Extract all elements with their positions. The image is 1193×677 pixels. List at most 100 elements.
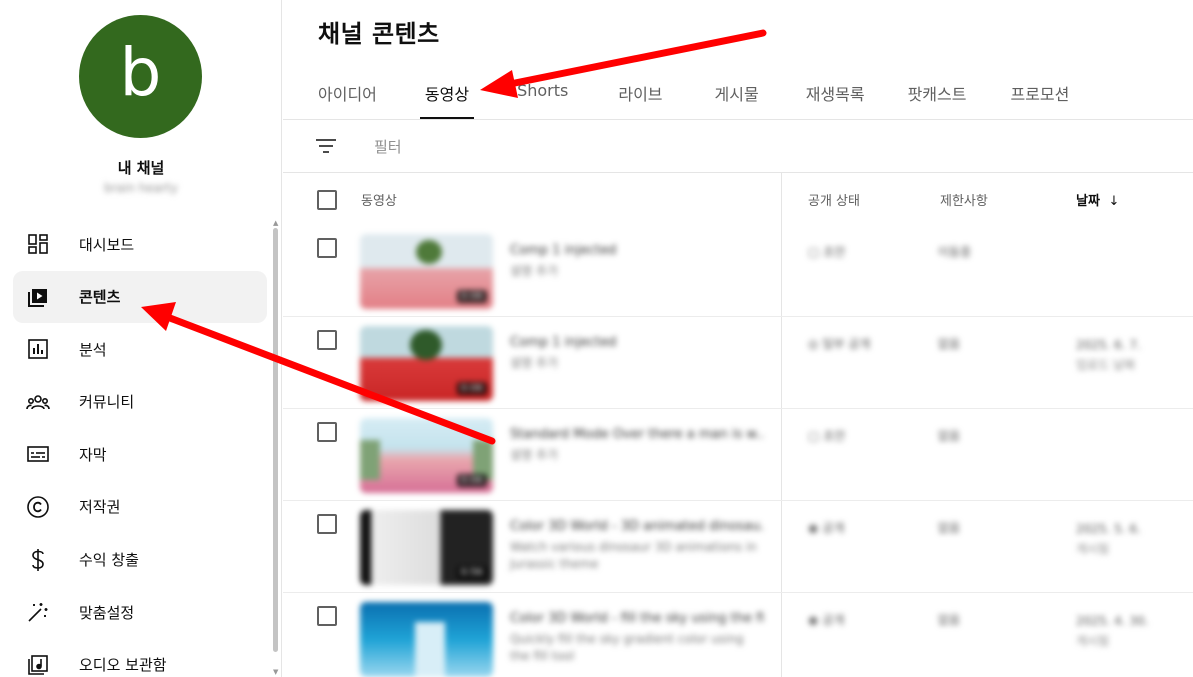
sidebar: b 내 채널 brain hearty 대시보드 콘텐츠 분석 커뮤니티 자막 … — [0, 0, 282, 677]
video-duration: 0:06 — [456, 290, 487, 303]
video-thumbnail[interactable]: 0:06 — [360, 234, 493, 309]
video-visibility[interactable]: ▢ 초안 — [808, 427, 845, 444]
dashboard-icon — [25, 231, 51, 257]
main-content: 채널 콘텐츠 아이디어 동영상 Shorts 라이브 게시물 재생목록 팟캐스트… — [283, 0, 1193, 677]
row-checkbox[interactable] — [317, 606, 337, 626]
scroll-down-arrow[interactable]: ▼ — [273, 668, 278, 676]
sidebar-nav: 대시보드 콘텐츠 분석 커뮤니티 자막 저작권 수익 창출 맞춤설정 오디오 보… — [13, 218, 267, 677]
select-all-checkbox[interactable] — [317, 190, 337, 210]
sidebar-item-subtitles[interactable]: 자막 — [13, 428, 267, 480]
tab-promotions[interactable]: 프로모션 — [1010, 72, 1069, 119]
video-thumbnail[interactable]: 0:06 — [360, 418, 493, 493]
video-table: 0:06 Comp 1 injected 설명 추가 ▢ 초안 이동중 0:06… — [283, 225, 1193, 677]
video-date: 2025. 4. 30. 게시됨 — [1076, 611, 1149, 651]
row-checkbox[interactable] — [317, 422, 337, 442]
row-checkbox[interactable] — [317, 514, 337, 534]
video-thumbnail[interactable]: 0:56 — [360, 510, 493, 585]
community-icon — [25, 389, 51, 415]
visibility-label: 공개 — [822, 521, 845, 535]
date-status: 게시됨 — [1076, 542, 1110, 556]
video-description: 설명 추가 — [510, 448, 558, 462]
video-visibility[interactable]: ▢ 초안 — [808, 243, 845, 260]
subtitles-icon — [25, 441, 51, 467]
tab-ideas[interactable]: 아이디어 — [318, 72, 377, 119]
sidebar-item-copyright[interactable]: 저작권 — [13, 481, 267, 533]
tab-posts[interactable]: 게시물 — [715, 72, 759, 119]
video-title[interactable]: Color 3D World - fill the sky using the … — [510, 611, 765, 626]
table-row[interactable]: 0:06 Comp 1 injected 설명 추가 ▢ 초안 이동중 — [283, 225, 1193, 317]
video-date: 2025. 5. 6. 게시됨 — [1076, 519, 1141, 559]
table-row[interactable]: 0:56 Color 3D World - 3D animated dinosa… — [283, 501, 1193, 593]
content-icon — [25, 284, 51, 310]
row-content: 0:06 Comp 1 injected 설명 추가 ▢ 초안 이동중 — [346, 225, 1176, 317]
filter-input[interactable]: 필터 — [374, 136, 402, 157]
row-content: 0:06 Comp 1 injected 설명 추가 ◎ 일부 공개 없음 20… — [346, 317, 1176, 409]
video-description: 설명 추가 — [510, 356, 558, 370]
sort-down-icon: ↓ — [1108, 194, 1120, 209]
video-restrictions: 없음 — [938, 337, 961, 351]
video-thumbnail[interactable] — [360, 602, 493, 677]
video-description: Watch various dinosaur 3D animations in … — [510, 540, 757, 571]
filter-icon[interactable] — [315, 137, 337, 159]
sidebar-item-earn[interactable]: 수익 창출 — [13, 534, 267, 586]
video-thumbnail[interactable]: 0:06 — [360, 326, 493, 401]
sidebar-item-audio-library[interactable]: 오디오 보관함 — [13, 639, 267, 677]
sidebar-scrollbar[interactable] — [273, 228, 278, 652]
video-restrictions: 없음 — [938, 429, 961, 443]
thumbnail-tree — [416, 240, 442, 264]
video-duration: 0:06 — [456, 382, 487, 395]
table-header: 동영상 공개 상태 제한사항 날짜 ↓ — [283, 173, 1193, 225]
magic-wand-icon — [25, 599, 51, 625]
thumbnail-castle — [415, 622, 445, 677]
video-title[interactable]: Comp 1 injected — [510, 243, 765, 258]
page-title: 채널 콘텐츠 — [318, 20, 440, 48]
video-title[interactable]: Color 3D World - 3D animated dinosau... — [510, 519, 765, 534]
video-restrictions: 이동중 — [938, 245, 972, 259]
tab-podcasts[interactable]: 팟캐스트 — [908, 72, 967, 119]
column-restrictions[interactable]: 제한사항 — [940, 190, 988, 209]
row-checkbox[interactable] — [317, 330, 337, 350]
tab-videos[interactable]: 동영상 — [419, 72, 475, 119]
table-row[interactable]: Color 3D World - fill the sky using the … — [283, 593, 1193, 677]
row-content: Color 3D World - fill the sky using the … — [346, 593, 1176, 677]
analytics-icon — [25, 336, 51, 362]
copyright-icon — [25, 494, 51, 520]
avatar-letter: b — [119, 34, 162, 111]
tab-playlists[interactable]: 재생목록 — [806, 72, 865, 119]
video-title[interactable]: Comp 1 injected — [510, 335, 765, 350]
visibility-label: 일부 공개 — [822, 337, 871, 351]
video-title[interactable]: Standard Mode Over there a man is w... — [510, 427, 765, 442]
video-visibility[interactable]: ◉ 공개 — [808, 519, 844, 536]
video-visibility[interactable]: ◎ 일부 공개 — [808, 335, 870, 352]
tab-live[interactable]: 라이브 — [618, 72, 662, 119]
column-date[interactable]: 날짜 ↓ — [1076, 190, 1119, 209]
sidebar-item-label: 자막 — [79, 445, 107, 464]
sidebar-item-community[interactable]: 커뮤니티 — [13, 376, 267, 428]
sidebar-item-content[interactable]: 콘텐츠 — [13, 270, 267, 323]
column-date-label: 날짜 — [1076, 194, 1100, 209]
sidebar-item-customization[interactable]: 맞춤설정 — [13, 586, 267, 638]
video-visibility[interactable]: ◉ 공개 — [808, 611, 844, 628]
sidebar-item-analytics[interactable]: 분석 — [13, 323, 267, 375]
audio-library-icon — [25, 652, 51, 677]
visibility-label: 초안 — [823, 245, 846, 259]
visibility-label: 초안 — [823, 429, 846, 443]
table-row[interactable]: 0:06 Standard Mode Over there a man is w… — [283, 409, 1193, 501]
sidebar-item-label: 맞춤설정 — [79, 603, 135, 622]
row-checkbox[interactable] — [317, 238, 337, 258]
date-status: 게시됨 — [1076, 634, 1110, 648]
video-duration: 0:06 — [456, 474, 487, 487]
filter-bar[interactable]: 필터 — [283, 120, 1193, 173]
column-video: 동영상 — [361, 194, 397, 209]
tab-shorts[interactable]: Shorts — [517, 72, 568, 119]
table-row[interactable]: 0:06 Comp 1 injected 설명 추가 ◎ 일부 공개 없음 20… — [283, 317, 1193, 409]
column-visibility[interactable]: 공개 상태 — [808, 190, 860, 209]
sidebar-item-label: 대시보드 — [79, 235, 135, 254]
scroll-up-arrow[interactable]: ▲ — [273, 219, 278, 227]
video-description: Quickly fill the sky gradient color usin… — [510, 632, 744, 663]
sidebar-item-label: 수익 창출 — [79, 551, 139, 570]
sidebar-item-dashboard[interactable]: 대시보드 — [13, 218, 267, 270]
thumbnail-foliage — [360, 440, 380, 480]
channel-avatar[interactable]: b — [79, 15, 202, 138]
date-value: 2025. 5. 6. — [1076, 522, 1141, 536]
